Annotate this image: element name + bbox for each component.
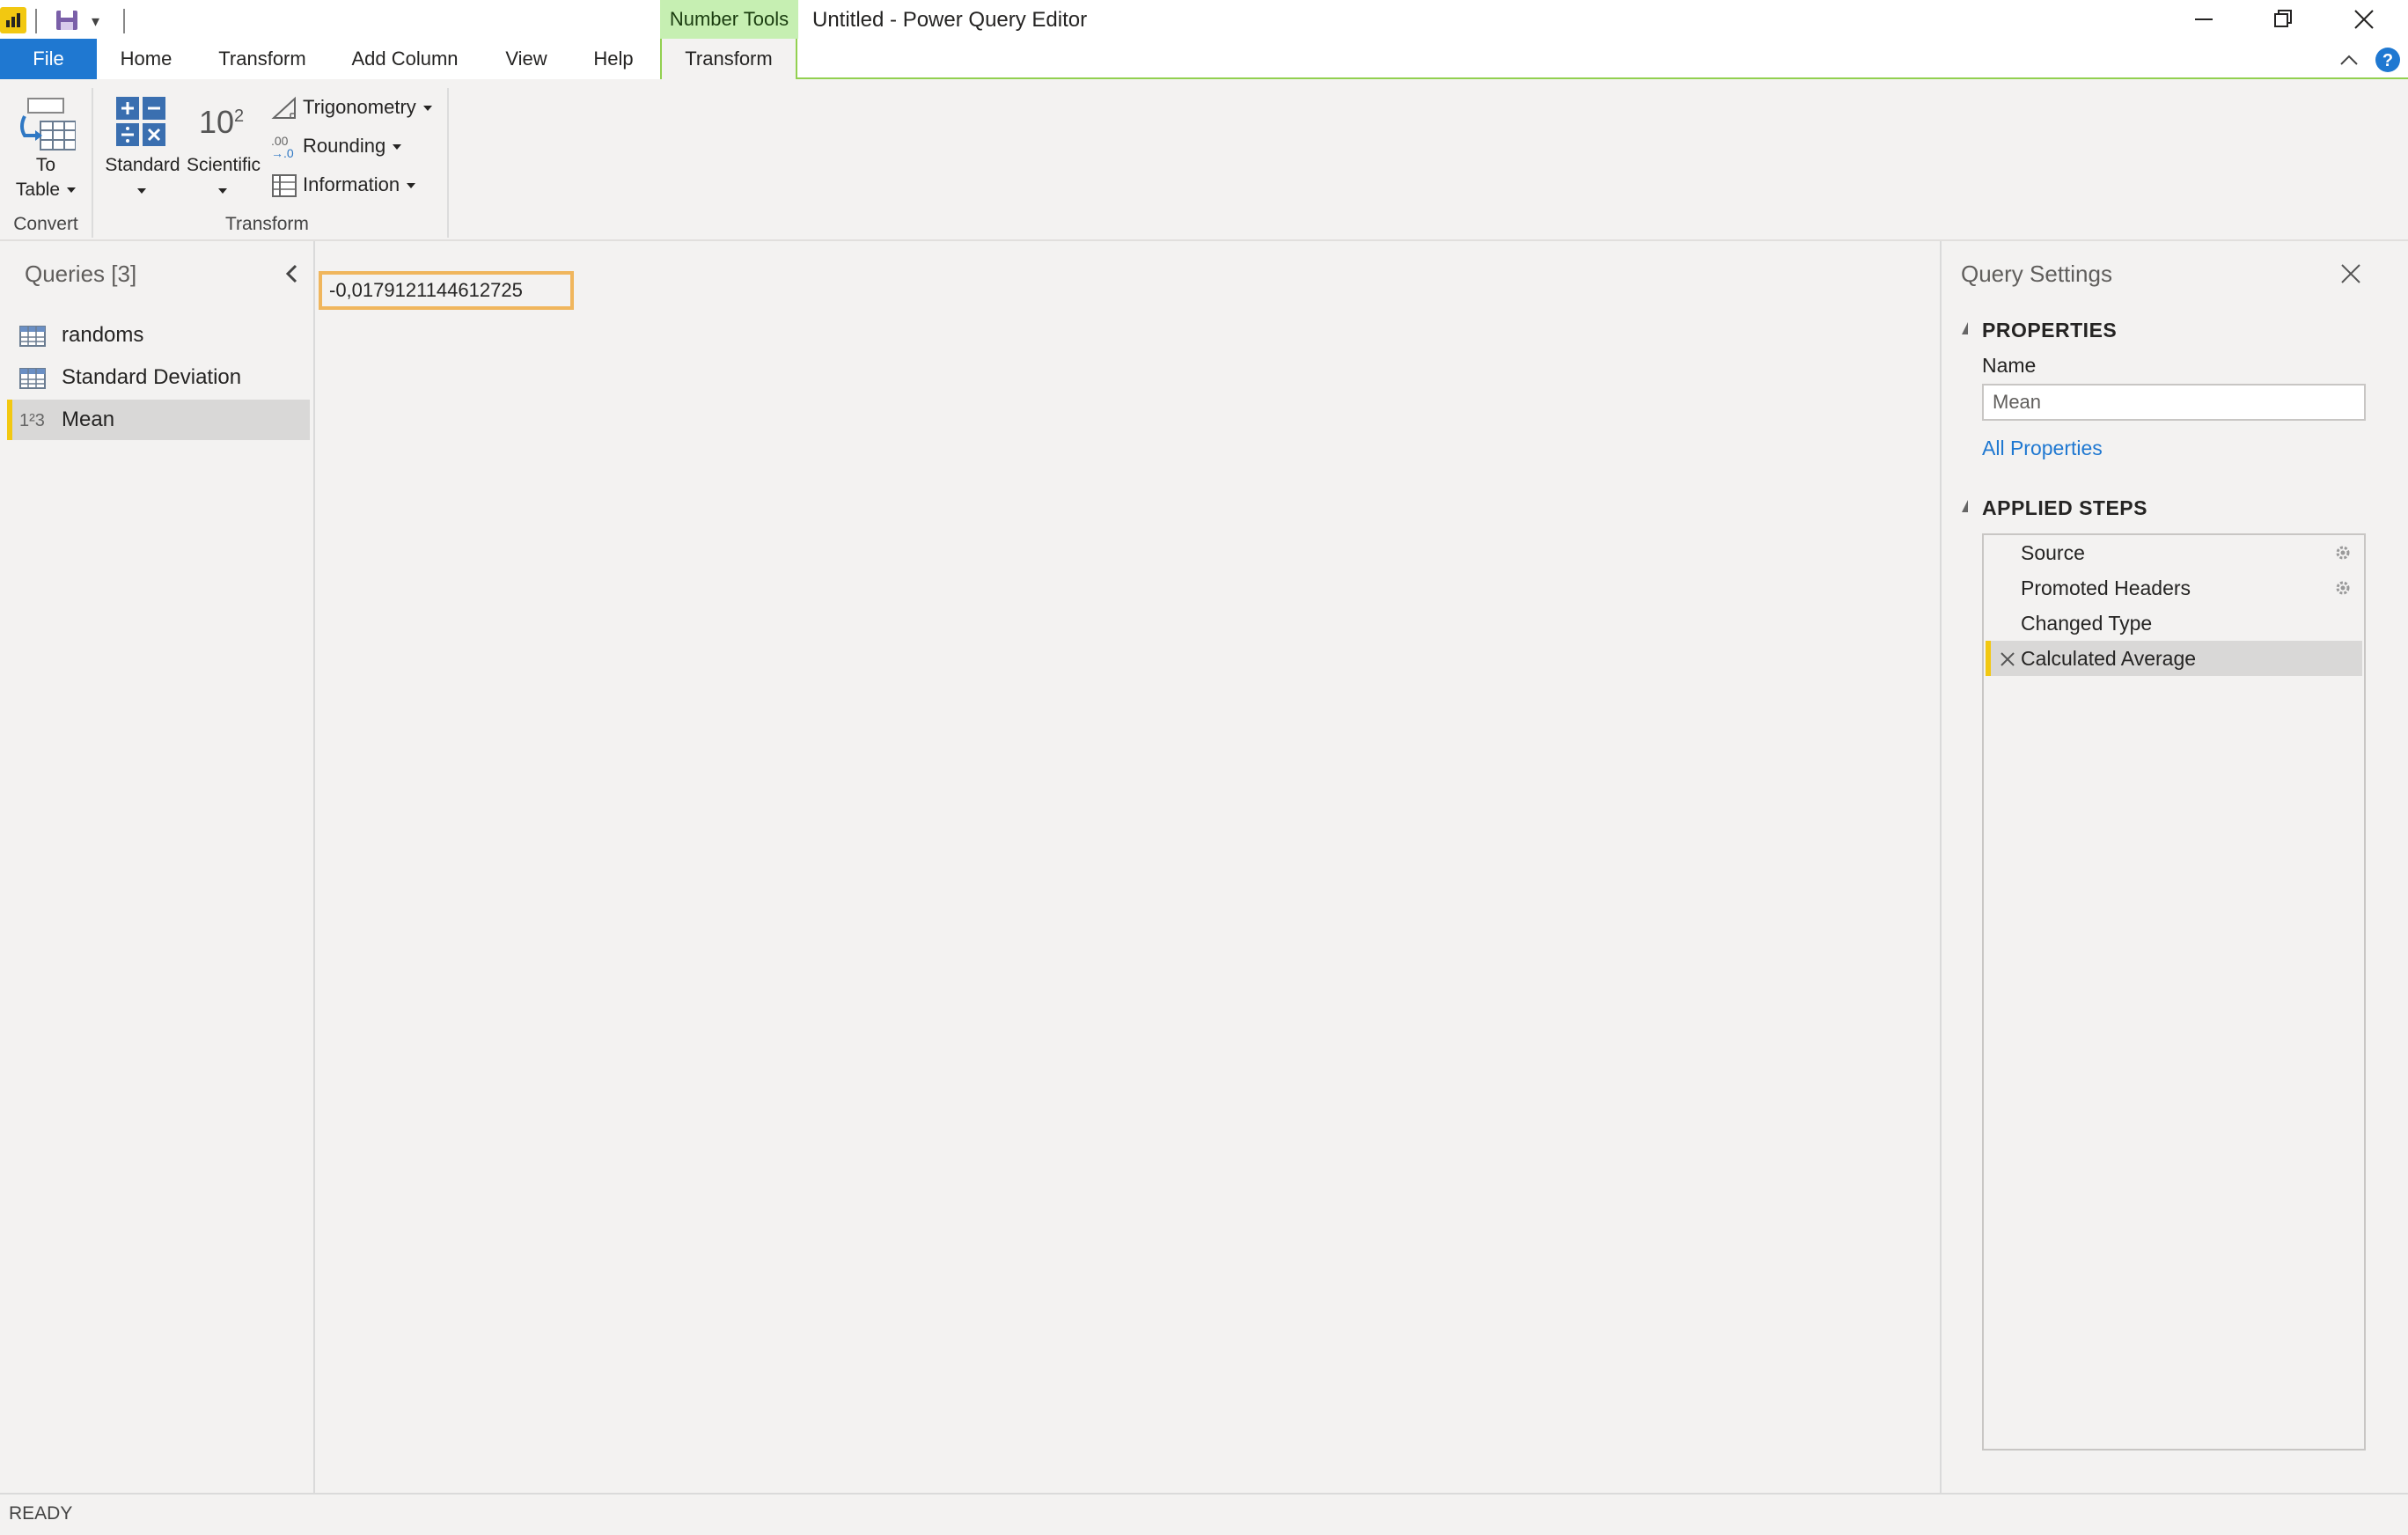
step-label: Changed Type <box>2021 612 2153 635</box>
queries-header: Queries [3] <box>25 261 137 287</box>
power-bi-logo-icon <box>0 7 26 33</box>
tab-context-transform[interactable]: Transform <box>660 39 797 79</box>
window-title: Untitled - Power Query Editor <box>812 8 1088 32</box>
applied-steps-heading: APPLIED STEPS <box>1982 496 2147 519</box>
title-bar <box>0 0 2408 39</box>
tab-home[interactable]: Home <box>111 39 181 79</box>
properties-heading: PROPERTIES <box>1982 319 2118 342</box>
tab-transform[interactable]: Transform <box>208 39 317 79</box>
group-separator <box>447 88 449 238</box>
title-separator <box>35 9 37 33</box>
information-button[interactable]: Information <box>271 167 416 202</box>
triangle-icon <box>271 96 296 120</box>
step-label: Calculated Average <box>2021 647 2197 670</box>
help-icon[interactable]: ? <box>2375 47 2401 73</box>
calculator-icon <box>116 97 165 146</box>
table-icon <box>19 368 46 389</box>
gear-icon[interactable] <box>2334 579 2352 597</box>
restore-icon[interactable] <box>2248 0 2318 39</box>
query-settings-title: Query Settings <box>1961 261 2112 287</box>
exponent-glyph-base: 10 <box>199 104 235 140</box>
trigonometry-label: Trigonometry <box>303 96 416 118</box>
standard-label: Standard <box>105 155 180 175</box>
name-label: Name <box>1982 354 2037 377</box>
query-item-mean[interactable]: 1²3 Mean <box>7 400 310 440</box>
rounding-button[interactable]: .00 →.0 Rounding <box>271 129 402 164</box>
delete-step-icon[interactable] <box>2000 651 2015 667</box>
save-icon[interactable] <box>55 9 79 32</box>
query-label: Mean <box>62 408 115 431</box>
step-source[interactable]: Source <box>1986 535 2362 570</box>
collapse-pane-icon[interactable] <box>282 262 303 285</box>
group-separator <box>92 88 93 238</box>
chevron-down-icon <box>137 183 146 199</box>
trigonometry-button[interactable]: Trigonometry <box>271 90 432 125</box>
status-text: READY <box>9 1503 73 1524</box>
scientific-button[interactable]: 102 Scientific <box>183 92 264 208</box>
chevron-down-icon <box>407 183 416 189</box>
query-name-input[interactable] <box>1982 384 2366 421</box>
status-bar <box>0 1493 2408 1535</box>
rounding-icon: .00 →.0 <box>271 134 294 161</box>
tab-view[interactable]: View <box>493 39 560 79</box>
rounding-label: Rounding <box>303 135 386 157</box>
expand-triangle-icon[interactable] <box>1956 322 1968 334</box>
quick-access-dropdown-icon[interactable]: ▾ <box>92 12 99 31</box>
exponent-icon: 102 <box>199 104 244 141</box>
all-properties-link[interactable]: All Properties <box>1982 437 2103 460</box>
chevron-down-icon <box>393 144 402 151</box>
transform-group-label: Transform <box>225 214 309 234</box>
number-tools-context-label: Number Tools <box>660 0 798 39</box>
query-item-standard-deviation[interactable]: Standard Deviation <box>7 357 310 398</box>
svg-text:?: ? <box>2382 51 2393 70</box>
convert-group-label: Convert <box>13 214 78 234</box>
step-label: Source <box>2021 541 2085 564</box>
minimize-icon[interactable] <box>2169 0 2239 39</box>
information-label: Information <box>303 173 400 195</box>
information-icon <box>272 174 297 198</box>
query-label: randoms <box>62 323 144 347</box>
to-table-label-line2: Table <box>9 180 83 201</box>
tab-help[interactable]: Help <box>584 39 642 79</box>
number-icon: 1²3 <box>19 411 45 430</box>
close-icon[interactable] <box>2339 262 2362 285</box>
chevron-down-icon <box>67 187 77 194</box>
step-changed-type[interactable]: Changed Type <box>1986 606 2362 641</box>
exponent-glyph-power: 2 <box>234 106 245 126</box>
step-calculated-average[interactable]: Calculated Average <box>1986 641 2362 676</box>
query-label: Standard Deviation <box>62 365 242 389</box>
close-window-icon[interactable] <box>2329 0 2399 39</box>
to-table-button[interactable]: To Table <box>9 92 83 208</box>
scientific-label: Scientific <box>186 155 261 175</box>
chevron-down-icon <box>218 183 227 199</box>
query-item-randoms[interactable]: randoms <box>7 315 310 356</box>
standard-button[interactable]: Standard <box>100 92 185 208</box>
to-table-label-line1: To <box>35 155 56 175</box>
step-promoted-headers[interactable]: Promoted Headers <box>1986 570 2362 606</box>
expand-triangle-icon[interactable] <box>1956 500 1968 512</box>
title-separator <box>123 9 125 33</box>
scalar-value-cell[interactable]: -0,0179121144612725 <box>319 271 574 310</box>
chevron-down-icon <box>422 106 432 112</box>
table-icon <box>19 326 46 347</box>
to-table-icon <box>20 98 76 151</box>
tab-add-column[interactable]: Add Column <box>343 39 466 79</box>
collapse-ribbon-icon[interactable] <box>2338 49 2360 70</box>
step-label: Promoted Headers <box>2021 577 2191 599</box>
tab-file[interactable]: File <box>0 39 97 79</box>
gear-icon[interactable] <box>2334 544 2352 562</box>
to-table-label: Table <box>15 180 61 200</box>
